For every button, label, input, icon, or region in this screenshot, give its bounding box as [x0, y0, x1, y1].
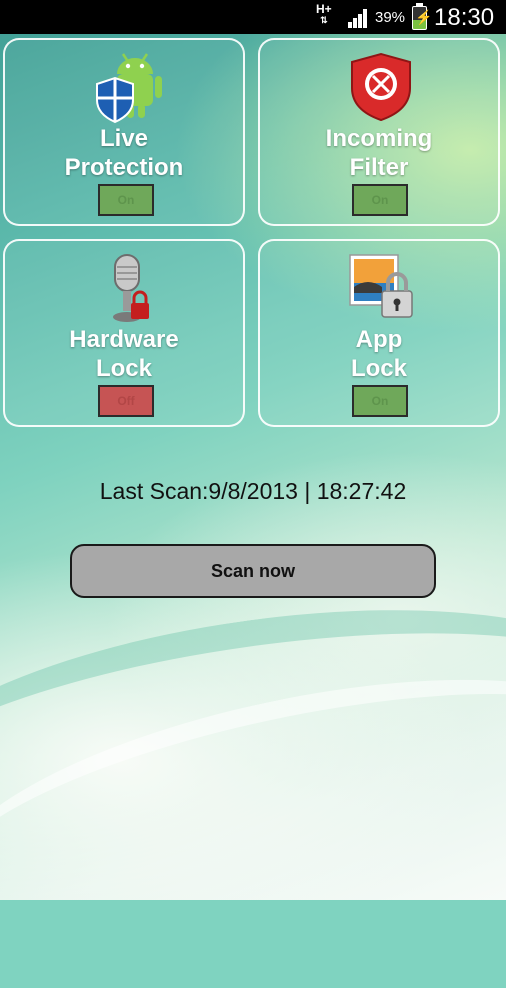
scan-now-button[interactable]: Scan now	[70, 544, 436, 598]
live-protection-toggle[interactable]: On	[98, 184, 154, 216]
blocked-call-shield-icon	[351, 52, 411, 122]
incoming-filter-toggle[interactable]: On	[352, 184, 408, 216]
signal-icon	[348, 8, 370, 28]
picture-lock-icon	[349, 254, 413, 318]
clock: 18:30	[434, 4, 495, 31]
tile-live-protection[interactable]: Live Protection On	[3, 38, 245, 226]
hardware-lock-toggle[interactable]: Off	[98, 385, 154, 417]
tile-app-lock[interactable]: App Lock On	[258, 239, 500, 427]
tile-title: Incoming Filter	[325, 125, 433, 181]
microphone-lock-icon	[113, 254, 149, 322]
android-shield-icon	[96, 53, 162, 124]
last-scan-label: Last Scan:9/8/2013 | 18:27:42	[99, 478, 407, 504]
tile-title: App Lock	[350, 326, 407, 382]
tile-hardware-lock[interactable]: Hardware Lock Off	[3, 239, 245, 427]
tile-title: Hardware Lock	[69, 326, 179, 382]
battery-charging-icon: ⚡	[412, 3, 432, 30]
app-lock-toggle[interactable]: On	[352, 385, 408, 417]
tile-incoming-filter[interactable]: Incoming Filter On	[258, 38, 500, 226]
battery-percent: 39%	[375, 9, 406, 26]
tile-title: Live Protection	[64, 125, 184, 181]
network-type-indicator: H+ ⇅	[316, 2, 332, 25]
status-bar: H+ ⇅ 39% ⚡ 18:30	[0, 0, 506, 34]
